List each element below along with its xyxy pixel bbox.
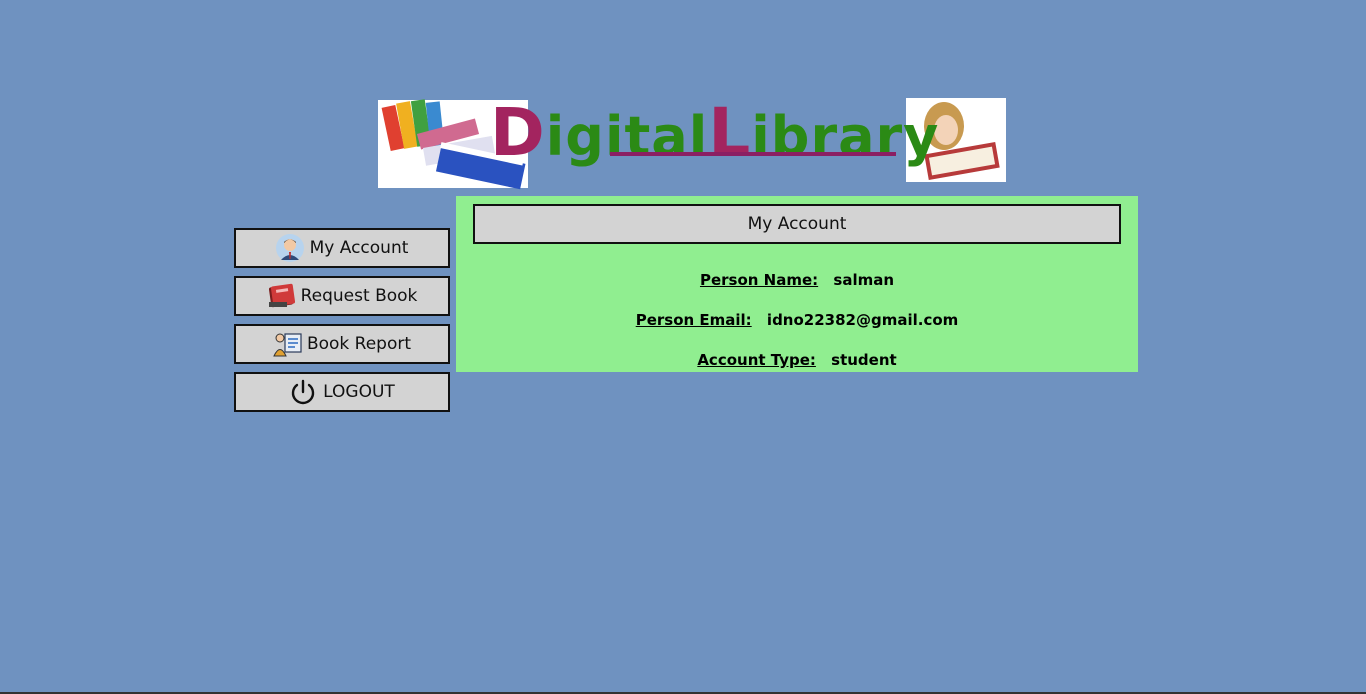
panel-title: My Account <box>473 204 1121 244</box>
logo-word-igital: igital <box>545 105 709 168</box>
person-name-label: Person Name: <box>699 271 819 289</box>
logo-text: DigitalLibrary <box>490 94 939 171</box>
account-type-row: Account Type: student <box>456 351 1138 369</box>
report-icon <box>273 330 302 358</box>
book-report-button[interactable]: Book Report <box>234 324 450 364</box>
person-email-value: idno22382@gmail.com <box>766 311 959 329</box>
power-icon <box>289 378 317 406</box>
logo-letter-d: D <box>490 94 546 171</box>
person-name-row: Person Name: salman <box>456 271 1138 289</box>
person-name-value: salman <box>833 271 895 289</box>
page: DigitalLibrary My Account Request Book B… <box>0 0 1366 694</box>
account-panel: My Account Person Name: salman Person Em… <box>456 196 1138 372</box>
logo-letter-l: L <box>708 94 752 171</box>
user-icon <box>275 234 304 262</box>
request-book-label: Request Book <box>300 286 418 306</box>
logout-button[interactable]: LOGOUT <box>234 372 450 412</box>
my-account-label: My Account <box>309 238 409 258</box>
logo-underline <box>610 152 896 156</box>
request-book-button[interactable]: Request Book <box>234 276 450 316</box>
account-type-label: Account Type: <box>697 351 816 369</box>
digital-library-logo: DigitalLibrary <box>378 94 1006 190</box>
my-account-button[interactable]: My Account <box>234 228 450 268</box>
person-email-label: Person Email: <box>635 311 752 329</box>
account-type-value: student <box>831 351 897 369</box>
logout-label: LOGOUT <box>323 382 395 402</box>
book-icon <box>267 282 295 310</box>
person-email-row: Person Email: idno22382@gmail.com <box>456 311 1138 329</box>
logo-word-ibrary: ibrary <box>751 105 940 168</box>
book-report-label: Book Report <box>306 334 412 354</box>
